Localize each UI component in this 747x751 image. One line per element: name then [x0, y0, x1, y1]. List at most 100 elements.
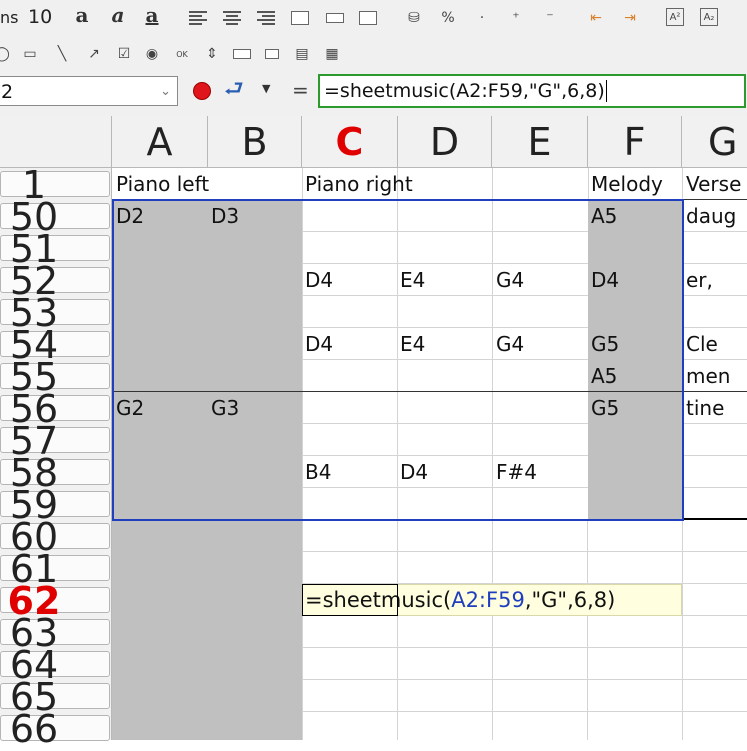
grid-line [682, 295, 747, 296]
bold-a-icon[interactable]: a [72, 3, 92, 27]
column-header-b[interactable]: B [208, 116, 302, 168]
grid-line [588, 168, 589, 200]
underline-a-icon[interactable]: a [142, 3, 162, 27]
grid-line [302, 679, 747, 680]
grid-line [302, 551, 747, 552]
cell-g54[interactable]: Cle [686, 334, 718, 354]
page-break-line [684, 518, 747, 520]
grid-line [682, 455, 747, 456]
delete-decimal-icon[interactable]: ⁻ [540, 8, 560, 28]
cell-g1[interactable]: Verse [686, 174, 741, 194]
increase-indent-icon[interactable]: ⇥ [620, 8, 640, 28]
cell-f55[interactable]: A5 [591, 366, 617, 386]
percent-format-icon[interactable]: % [438, 8, 458, 28]
grid-line [682, 487, 747, 488]
cell-borders-icon[interactable] [358, 8, 378, 28]
cell-f52[interactable]: D4 [591, 270, 619, 290]
tooltip-range-ref: A2:F59 [451, 588, 525, 612]
cell-a1[interactable]: Piano left [116, 174, 209, 194]
cell-e58[interactable]: F#4 [496, 462, 537, 482]
cell-f1[interactable]: Melody [591, 174, 663, 194]
number-format-icon[interactable]: · [472, 8, 492, 28]
align-left-icon[interactable] [188, 8, 208, 28]
cell-d52[interactable]: E4 [400, 270, 425, 290]
grid-line [587, 520, 588, 740]
cell-c58[interactable]: B4 [305, 462, 331, 482]
cell-b50[interactable]: D3 [211, 206, 239, 226]
grid-line [682, 327, 747, 328]
row-headers: 1 50 51 52 53 54 55 56 57 58 59 60 61 62… [0, 166, 112, 748]
align-center-icon[interactable] [222, 8, 242, 28]
cell-c1[interactable]: Piano right [305, 174, 413, 194]
cell-f50[interactable]: A5 [591, 206, 617, 226]
grid-line [302, 711, 747, 712]
formatting-toolbar: ns 10 a a a ⛁ % · ⁺ ⁻ ⇤ ⇥ A² A₂ [0, 0, 747, 36]
form-controls-toolbar: ◯ ▭ ╲ ↗ ☑ ◉ OK ⇕ ▤ ▦ [0, 36, 747, 73]
cell-f56[interactable]: G5 [591, 398, 619, 418]
scrollbar-control-icon[interactable]: ▤ [292, 44, 312, 64]
column-header-g[interactable]: G [682, 116, 747, 168]
align-right-icon[interactable] [256, 8, 276, 28]
grid-line [682, 168, 683, 200]
ellipse-icon[interactable]: ◯ [0, 44, 12, 64]
cell-b56[interactable]: G3 [211, 398, 239, 418]
form-design-icon[interactable]: ▦ [322, 44, 342, 64]
merge-cells-icon[interactable] [290, 8, 310, 28]
option-button-icon[interactable]: ◉ [142, 44, 162, 64]
active-cell-c62[interactable] [302, 584, 398, 616]
column-header-a[interactable]: A [112, 116, 208, 168]
cell-c52[interactable]: D4 [305, 270, 333, 290]
range-highlight [112, 199, 684, 521]
rectangle-icon[interactable]: ▭ [20, 44, 40, 64]
column-header-d[interactable]: D [398, 116, 492, 168]
spin-button-icon[interactable]: ⇕ [202, 44, 222, 64]
cell-g56[interactable]: tine [686, 398, 724, 418]
formula-bar: 2 ⌄ ⮐ ▼ = =sheetmusic(A2:F59,"G",6,8) [0, 72, 747, 117]
select-all-corner[interactable] [0, 116, 112, 168]
row-number: 66 [9, 707, 59, 751]
italic-a-icon[interactable]: a [108, 3, 128, 27]
formula-input[interactable]: =sheetmusic(A2:F59,"G",6,8) [318, 74, 746, 108]
decrease-indent-icon[interactable]: ⇤ [586, 8, 606, 28]
formula-text: =sheetmusic(A2:F59,"G",6,8) [324, 80, 605, 102]
cell-d58[interactable]: D4 [400, 462, 428, 482]
add-decimal-icon[interactable]: ⁺ [506, 8, 526, 28]
column-header-f[interactable]: F [588, 116, 682, 168]
column-header-c[interactable]: C [302, 116, 398, 168]
column-header-e[interactable]: E [492, 116, 588, 168]
cell-e52[interactable]: G4 [496, 270, 524, 290]
cell-a50[interactable]: D2 [116, 206, 144, 226]
cell-a56[interactable]: G2 [116, 398, 144, 418]
superscript-icon[interactable]: A² [666, 8, 684, 26]
combo-box-icon[interactable] [262, 44, 282, 64]
tooltip-suffix: ,"G",6,8) [524, 588, 616, 612]
line-icon[interactable]: ╲ [52, 44, 72, 64]
cell-g55[interactable]: men [686, 366, 730, 386]
name-box[interactable]: 2 ⌄ [0, 76, 178, 106]
subscript-icon[interactable]: A₂ [700, 8, 718, 26]
cell-g50[interactable]: daug [686, 206, 736, 226]
font-name-box[interactable]: ns [0, 8, 18, 27]
cell-c54[interactable]: D4 [305, 334, 333, 354]
function-equals-button[interactable]: = [292, 78, 309, 102]
cell-g52[interactable]: er, [686, 270, 713, 290]
cell-d54[interactable]: E4 [400, 334, 425, 354]
list-box-icon[interactable] [232, 44, 252, 64]
currency-format-icon[interactable]: ⛁ [404, 8, 424, 28]
grid-line [682, 231, 747, 232]
function-dropdown-icon[interactable]: ▼ [262, 82, 270, 95]
cell-e54[interactable]: G4 [496, 334, 524, 354]
wrap-text-icon[interactable] [325, 8, 345, 28]
grid-line [682, 359, 747, 360]
name-box-value: 2 [1, 81, 14, 103]
font-size-box[interactable]: 10 [28, 6, 52, 28]
checkbox-icon[interactable]: ☑ [114, 44, 134, 64]
name-box-dropdown-icon[interactable]: ⌄ [160, 77, 171, 107]
push-button-icon[interactable]: OK [172, 44, 192, 64]
accept-formula-icon[interactable]: ⮐ [224, 78, 250, 102]
grid-line [682, 520, 683, 740]
cell-f54[interactable]: G5 [591, 334, 619, 354]
grid-line [682, 263, 747, 264]
record-macro-icon[interactable] [193, 82, 211, 100]
arrow-icon[interactable]: ↗ [84, 44, 104, 64]
